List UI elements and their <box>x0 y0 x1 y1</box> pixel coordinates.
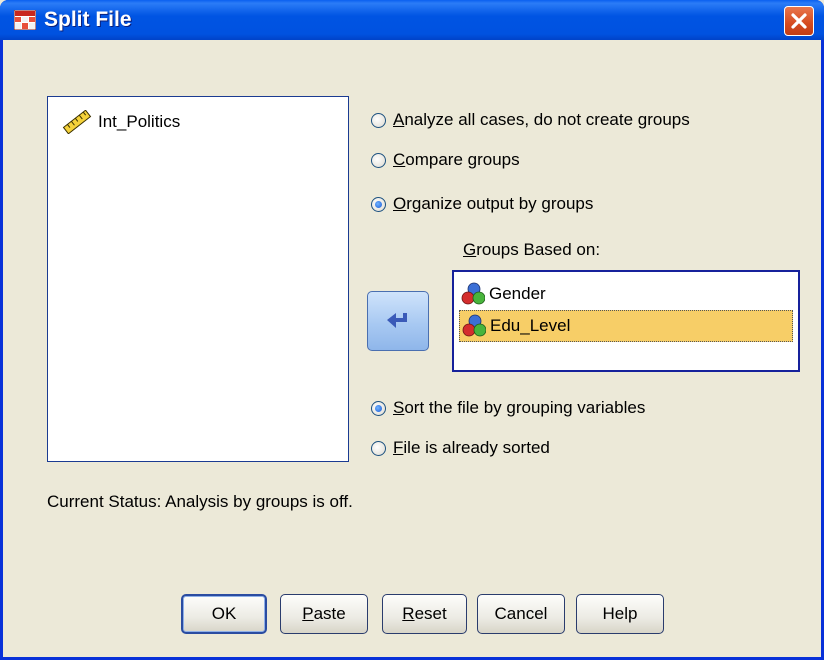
already-sorted-radio[interactable]: File is already sorted <box>371 436 550 460</box>
label-text: nalyze all cases, do not create groups <box>404 110 690 129</box>
radio-button[interactable] <box>371 440 386 456</box>
help-button[interactable]: Help <box>576 594 664 634</box>
radio-button[interactable] <box>371 152 386 168</box>
mnemonic: S <box>393 398 405 417</box>
organize-output-radio[interactable]: Organize output by groups <box>371 192 593 216</box>
label-text: roups Based on: <box>476 240 601 259</box>
radio-button[interactable] <box>371 112 386 128</box>
compare-groups-radio[interactable]: Compare groups <box>371 148 520 172</box>
paste-button[interactable]: Paste <box>280 594 368 634</box>
group-variable-label: Gender <box>489 284 546 303</box>
compare-groups-label: Compare groups <box>393 150 520 170</box>
list-item[interactable]: Gender <box>459 278 793 310</box>
organize-output-label: Organize output by groups <box>393 194 593 214</box>
label-text: eset <box>414 604 447 623</box>
title-bar[interactable]: Split File <box>0 0 824 40</box>
mnemonic: O <box>393 194 407 213</box>
split-file-dialog: Split File Int_Politics Analyze all case… <box>0 0 824 660</box>
scale-measure-ruler-icon <box>62 110 92 134</box>
reset-button[interactable]: Reset <box>382 594 467 634</box>
cancel-button[interactable]: Cancel <box>477 594 565 634</box>
radio-button[interactable] <box>371 196 386 212</box>
analyze-all-radio[interactable]: Analyze all cases, do not create groups <box>371 108 690 132</box>
list-item[interactable]: Edu_Level <box>459 310 793 342</box>
mnemonic: G <box>463 240 477 259</box>
dialog-body: Int_Politics Analyze all cases, do not c… <box>3 40 821 657</box>
mnemonic: P <box>302 604 314 623</box>
nominal-measure-icon <box>462 314 486 337</box>
ok-button[interactable]: OK <box>181 594 267 634</box>
move-variable-button[interactable] <box>367 291 429 351</box>
group-variable-label: Edu_Level <box>490 316 571 335</box>
mnemonic: C <box>393 150 406 169</box>
sort-file-radio[interactable]: Sort the file by grouping variables <box>371 396 645 420</box>
variable-label: Int_Politics <box>98 112 181 131</box>
mnemonic: A <box>393 110 405 129</box>
list-item[interactable]: Int_Politics <box>62 109 180 135</box>
mnemonic: R <box>402 604 415 623</box>
close-icon <box>791 13 807 29</box>
current-status-text: Current Status: Analysis by groups is of… <box>47 492 353 511</box>
label-text: ompare groups <box>405 150 520 169</box>
label-text: rganize output by groups <box>406 194 594 213</box>
sort-file-label: Sort the file by grouping variables <box>393 398 645 418</box>
already-sorted-label: File is already sorted <box>393 438 550 458</box>
analyze-all-label: Analyze all cases, do not create groups <box>393 110 690 130</box>
radio-button[interactable] <box>371 400 386 416</box>
variable-list[interactable]: Int_Politics <box>47 96 349 462</box>
label-text: ile is already sorted <box>403 438 550 457</box>
split-file-grid-icon <box>14 10 36 30</box>
label-text: ort the file by grouping variables <box>404 398 646 417</box>
groups-based-on-list[interactable]: Gender Edu_Level <box>452 270 800 372</box>
close-button[interactable] <box>784 6 814 36</box>
nominal-measure-icon <box>461 282 485 305</box>
mnemonic: F <box>393 438 404 457</box>
label-text: aste <box>313 604 346 623</box>
left-arrow-icon <box>387 313 407 328</box>
window-title: Split File <box>44 8 132 31</box>
groups-based-on-label: Groups Based on: <box>463 240 600 260</box>
